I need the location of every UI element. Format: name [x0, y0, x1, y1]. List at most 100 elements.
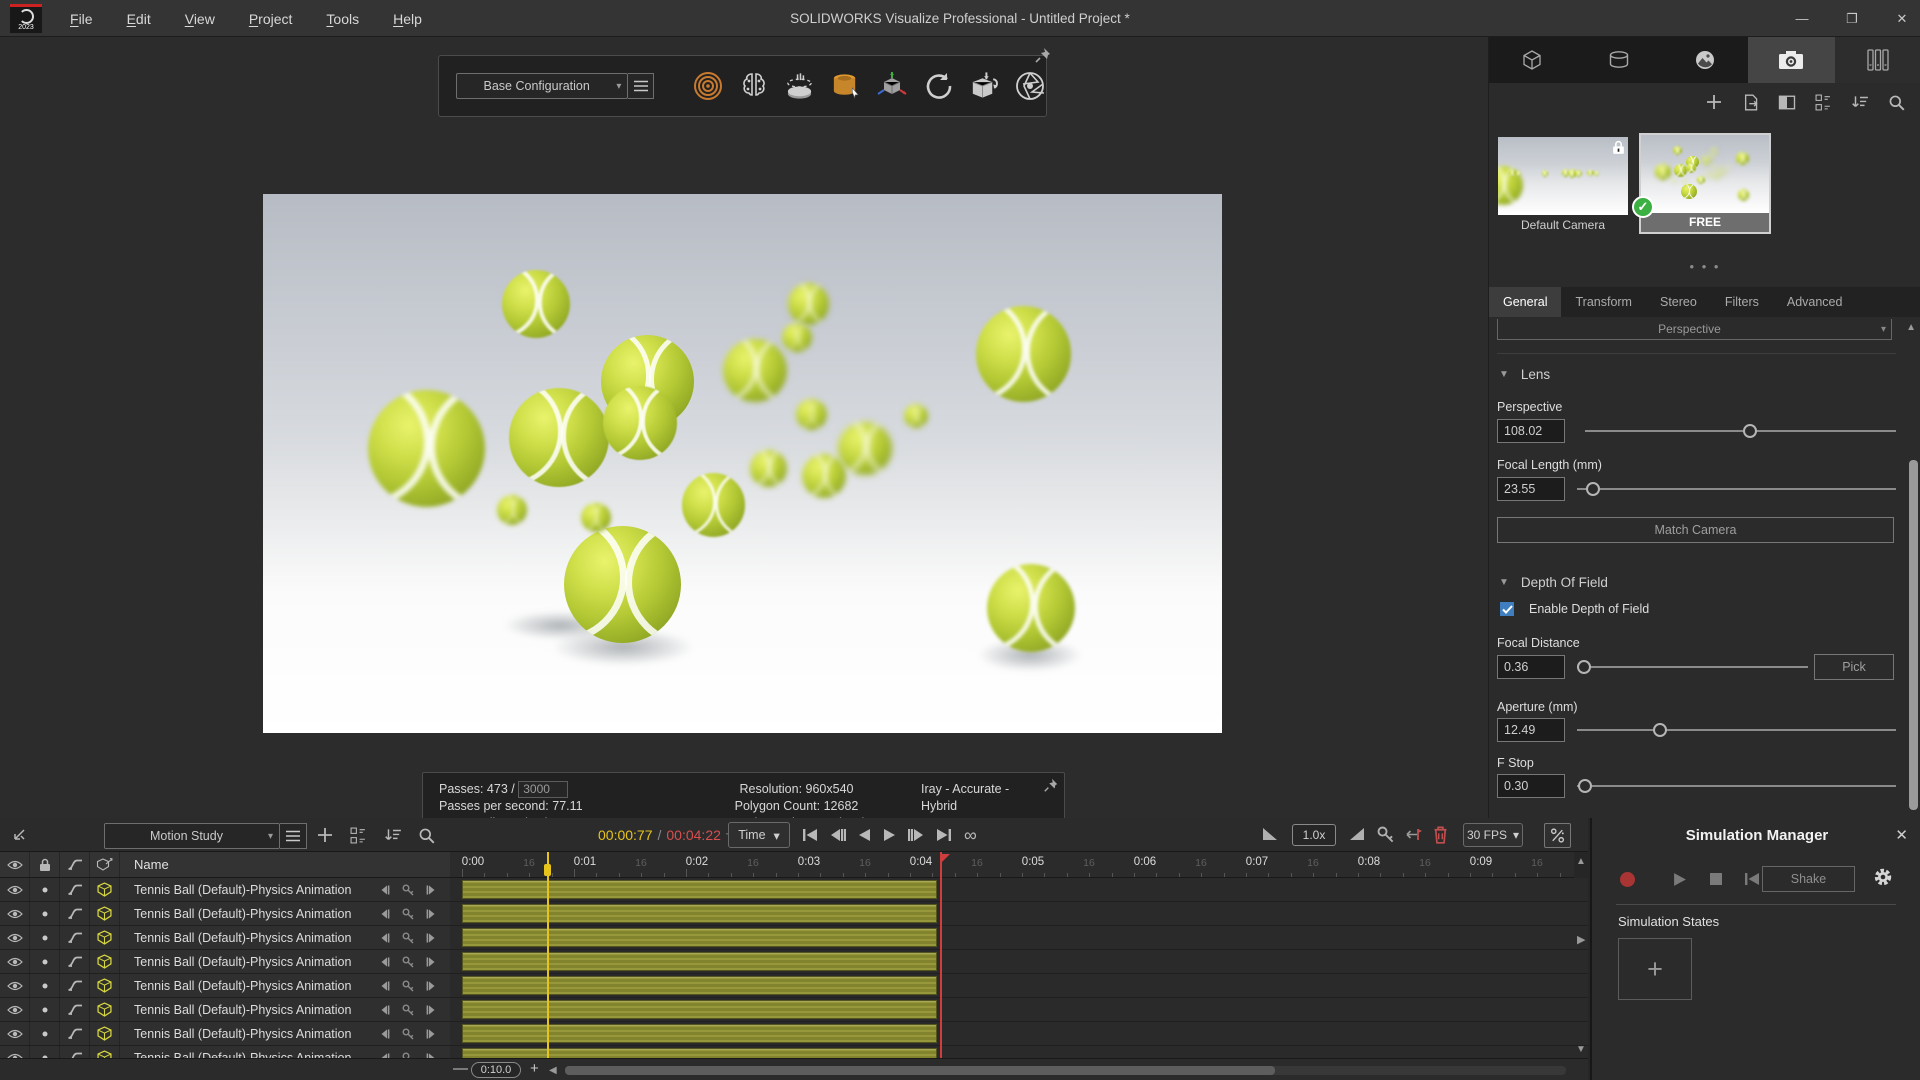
animation-clip-bar[interactable] [462, 1000, 937, 1019]
turntable-icon[interactable] [783, 70, 816, 103]
eye-icon[interactable] [0, 998, 30, 1021]
curve-icon[interactable] [60, 902, 90, 925]
menu-help[interactable]: Help [393, 11, 422, 27]
menu-tools[interactable]: Tools [326, 11, 359, 27]
playback-speed-input[interactable]: 1.0x [1292, 824, 1336, 846]
camera-item-free[interactable]: FREE ✓ [1639, 133, 1771, 234]
minimize-button[interactable]: — [1792, 11, 1812, 26]
tab-appearances[interactable] [1575, 37, 1661, 83]
prev-keyframe-icon[interactable] [378, 908, 391, 920]
step-forward-button[interactable] [908, 828, 924, 842]
projection-dropdown[interactable]: Perspective ▾ [1497, 319, 1892, 340]
loop-toggle[interactable]: ∞ [964, 825, 977, 846]
grid-view-icon[interactable] [350, 827, 367, 844]
delete-keyframe-icon[interactable] [1432, 825, 1449, 844]
close-button[interactable]: ✕ [1892, 11, 1912, 27]
keyframe-key-icon[interactable] [401, 1027, 415, 1041]
next-keyframe-icon[interactable] [425, 932, 438, 944]
timeline-track-row[interactable]: Tennis Ball (Default)-Physics Animation [0, 998, 1588, 1022]
camera-item-default[interactable]: Default Camera [1498, 137, 1628, 232]
duration-input[interactable]: 0:10.0 [471, 1062, 521, 1078]
ramp-up-icon[interactable] [1348, 826, 1366, 842]
keyframe-key-icon[interactable] [401, 979, 415, 993]
fps-dropdown[interactable]: 30 FPS ▾ [1463, 823, 1523, 847]
skip-end-button[interactable] [936, 828, 952, 842]
add-camera-icon[interactable] [1705, 93, 1723, 111]
expand-panel-icon[interactable]: ▶ [1577, 933, 1585, 946]
zoom-out-button[interactable]: — [453, 1060, 468, 1077]
hscrollbar-thumb[interactable] [565, 1066, 1275, 1075]
grid-view-icon[interactable] [1815, 94, 1832, 111]
viewport-3d[interactable]: Base Configuration ▾ [0, 37, 1488, 818]
aperture-icon[interactable] [1013, 70, 1046, 103]
zoom-in-button[interactable]: + [530, 1060, 539, 1077]
timeline-track-row[interactable]: Tennis Ball (Default)-Physics Animation [0, 926, 1588, 950]
unwrap-box-icon[interactable] [967, 70, 1000, 103]
lock-dot-icon[interactable] [30, 1046, 60, 1058]
tab-cameras[interactable] [1748, 37, 1834, 83]
scroll-up-icon[interactable]: ▲ [1576, 856, 1586, 867]
play-button[interactable] [883, 828, 896, 842]
lock-dot-icon[interactable] [30, 950, 60, 973]
prev-keyframe-icon[interactable] [378, 884, 391, 896]
timeline-track-row[interactable]: Tennis Ball (Default)-Physics Animation [0, 1046, 1588, 1058]
shake-button[interactable]: Shake [1762, 866, 1855, 892]
add-simulation-state-button[interactable]: + [1618, 938, 1692, 1000]
eye-icon[interactable] [0, 852, 30, 877]
search-icon[interactable] [1888, 94, 1905, 111]
curve-icon[interactable] [60, 974, 90, 997]
keyframe-key-icon[interactable] [401, 1003, 415, 1017]
curve-icon[interactable] [60, 1022, 90, 1045]
pick-button[interactable]: Pick [1814, 654, 1894, 680]
enable-dof-checkbox[interactable] [1499, 601, 1515, 617]
play-reverse-button[interactable] [858, 828, 871, 842]
restore-button[interactable]: ❐ [1842, 11, 1862, 27]
curve-icon[interactable] [60, 998, 90, 1021]
scroll-up-icon[interactable]: ▲ [1906, 322, 1916, 333]
animation-clip-bar[interactable] [462, 928, 937, 947]
f-stop-input[interactable] [1497, 774, 1565, 798]
animation-clip-bar[interactable] [462, 904, 937, 923]
jump-to-keyframe-icon[interactable] [1404, 825, 1424, 844]
render-target-icon[interactable] [691, 70, 724, 103]
perspective-slider[interactable] [1585, 419, 1896, 443]
dof-section-header[interactable]: ▼ Depth Of Field [1499, 575, 1608, 590]
timeline-track-row[interactable]: Tennis Ball (Default)-Physics Animation [0, 902, 1588, 926]
next-keyframe-icon[interactable] [425, 908, 438, 920]
lock-dot-icon[interactable] [30, 1022, 60, 1045]
focal-length-slider[interactable] [1577, 477, 1896, 501]
timeline-track-row[interactable]: Tennis Ball (Default)-Physics Animation [0, 974, 1588, 998]
sort-icon[interactable] [384, 827, 402, 843]
animation-clip-bar[interactable] [462, 1048, 937, 1058]
animation-clip-bar[interactable] [462, 1024, 937, 1043]
eye-icon[interactable] [0, 926, 30, 949]
focal-length-input[interactable] [1497, 477, 1565, 501]
lock-dot-icon[interactable] [30, 998, 60, 1021]
pin-icon[interactable] [1034, 46, 1052, 64]
scroll-down-icon[interactable]: ▼ [1576, 1044, 1586, 1055]
skip-start-button[interactable] [802, 828, 818, 842]
prev-keyframe-icon[interactable] [378, 932, 391, 944]
perspective-input[interactable] [1497, 419, 1565, 443]
keyframe-key-icon[interactable] [401, 1051, 415, 1059]
animation-clip-bar[interactable] [462, 976, 937, 995]
timeline-track-row[interactable]: Tennis Ball (Default)-Physics Animation [0, 950, 1588, 974]
prev-keyframe-icon[interactable] [378, 1028, 391, 1040]
pin-icon[interactable] [1043, 777, 1059, 793]
keyframe-key-icon[interactable] [401, 883, 415, 897]
step-back-button[interactable] [830, 828, 846, 842]
keyframe-key-icon[interactable] [401, 955, 415, 969]
stop-simulation-button[interactable] [1698, 872, 1734, 886]
aperture-input[interactable] [1497, 718, 1565, 742]
render-image[interactable] [263, 194, 1222, 733]
tab-environments[interactable] [1662, 37, 1748, 83]
curve-icon[interactable] [60, 926, 90, 949]
refresh-icon[interactable] [921, 70, 954, 103]
lock-icon[interactable] [30, 852, 60, 877]
tab-models[interactable] [1489, 37, 1575, 83]
keyframe-key-icon[interactable] [401, 931, 415, 945]
keyframe-key-icon[interactable] [401, 907, 415, 921]
playhead-line[interactable] [547, 852, 549, 1058]
curve-icon[interactable] [60, 852, 90, 877]
curve-icon[interactable] [60, 950, 90, 973]
